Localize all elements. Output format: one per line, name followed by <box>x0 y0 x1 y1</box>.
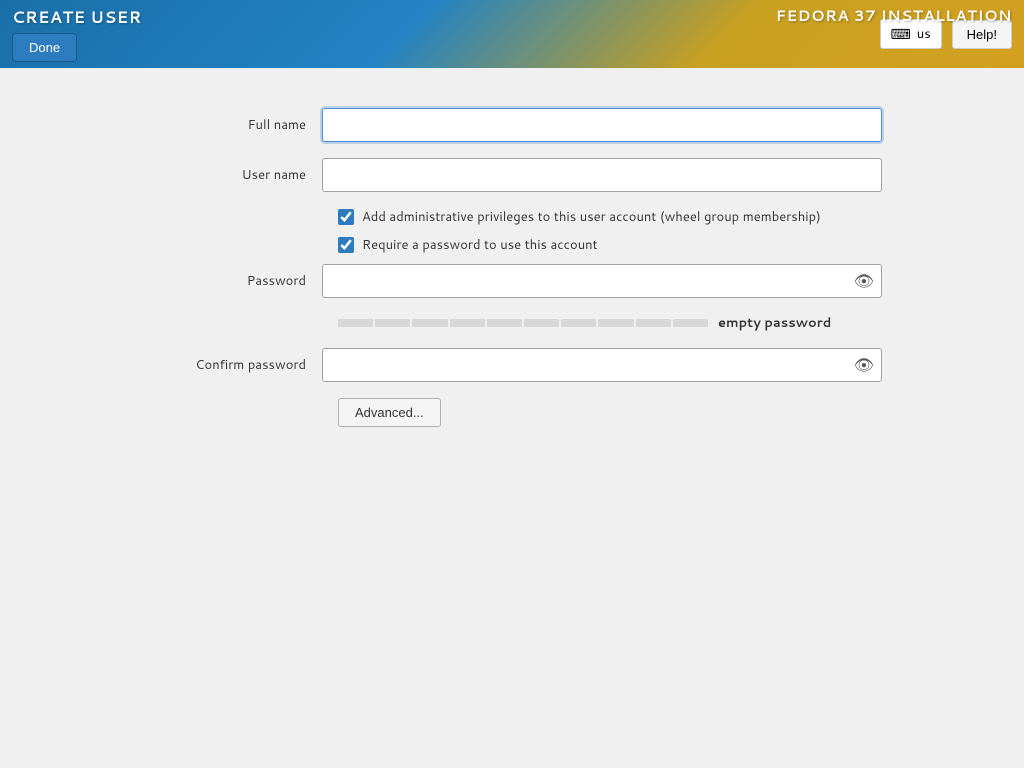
password-input-wrapper: 👁 <box>322 264 882 298</box>
password-toggle-icon[interactable]: 👁 <box>854 270 874 293</box>
strength-seg-10 <box>673 319 708 327</box>
password-strength-bar <box>338 319 708 327</box>
password-label: Password <box>142 272 322 290</box>
require-password-checkbox[interactable] <box>338 237 354 253</box>
header: CREATE USER Done FEDORA 37 INSTALLATION … <box>0 0 1024 68</box>
confirm-password-input[interactable] <box>322 348 882 382</box>
user-name-label: User name <box>142 166 322 184</box>
full-name-label: Full name <box>142 116 322 134</box>
confirm-password-toggle-icon[interactable]: 👁 <box>854 354 874 377</box>
strength-seg-4 <box>450 319 485 327</box>
keyboard-icon: ⌨ <box>891 24 911 44</box>
user-name-row: User name <box>142 158 882 192</box>
admin-checkbox-row: Add administrative privileges to this us… <box>142 208 882 226</box>
strength-seg-3 <box>412 319 447 327</box>
strength-seg-6 <box>524 319 559 327</box>
require-password-label[interactable]: Require a password to use this account <box>362 236 598 254</box>
strength-seg-9 <box>636 319 671 327</box>
strength-seg-2 <box>375 319 410 327</box>
password-strength-label: empty password <box>718 314 831 332</box>
confirm-password-input-wrapper: 👁 <box>322 348 882 382</box>
user-name-input[interactable] <box>322 158 882 192</box>
keyboard-layout-label: us <box>917 25 931 43</box>
main-content: Full name User name Add administrative p… <box>0 68 1024 768</box>
password-strength-row: empty password <box>142 314 882 332</box>
password-input[interactable] <box>322 264 882 298</box>
admin-checkbox[interactable] <box>338 209 354 225</box>
require-password-row: Require a password to use this account <box>142 236 882 254</box>
confirm-password-row: Confirm password 👁 <box>142 348 882 382</box>
done-button[interactable]: Done <box>12 33 77 62</box>
advanced-row: Advanced... <box>142 398 882 427</box>
strength-seg-5 <box>487 319 522 327</box>
strength-seg-1 <box>338 319 373 327</box>
app-title: FEDORA 37 INSTALLATION <box>776 5 1012 26</box>
confirm-password-label: Confirm password <box>142 356 322 374</box>
strength-seg-8 <box>598 319 633 327</box>
admin-checkbox-label[interactable]: Add administrative privileges to this us… <box>362 208 821 226</box>
full-name-row: Full name <box>142 108 882 142</box>
password-row: Password 👁 <box>142 264 882 298</box>
advanced-button[interactable]: Advanced... <box>338 398 441 427</box>
header-left: CREATE USER Done <box>12 6 142 62</box>
page-title: CREATE USER <box>12 6 142 29</box>
full-name-input[interactable] <box>322 108 882 142</box>
form-container: Full name User name Add administrative p… <box>102 108 922 427</box>
strength-seg-7 <box>561 319 596 327</box>
